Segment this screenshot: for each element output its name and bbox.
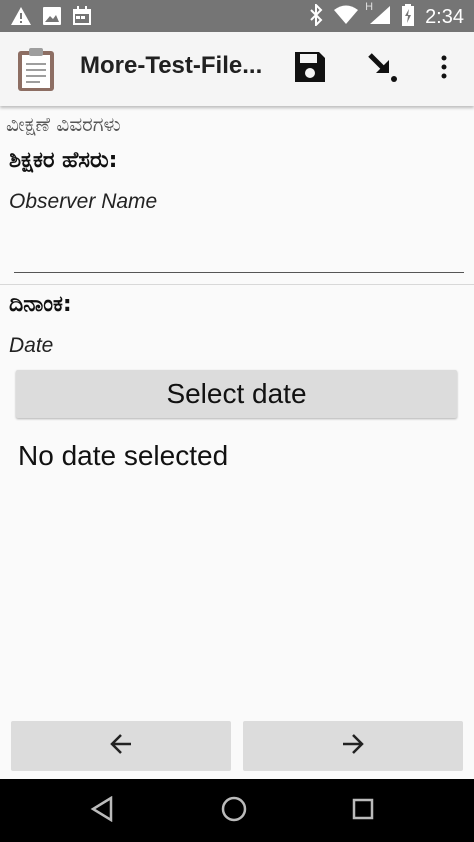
date-label: ದಿನಾಂಕ: bbox=[9, 292, 72, 317]
signal-icon: H bbox=[365, 1, 391, 29]
date-hint: Date bbox=[9, 334, 54, 357]
go-to-icon bbox=[364, 49, 400, 89]
arrow-right-icon bbox=[341, 733, 365, 759]
bluetooth-icon bbox=[309, 2, 323, 30]
back-button[interactable] bbox=[11, 721, 231, 771]
selected-date-text: No date selected bbox=[18, 440, 229, 471]
save-button[interactable] bbox=[292, 51, 328, 87]
select-date-button[interactable]: Select date bbox=[16, 370, 457, 418]
observer-name-label: ಶಿಕ್ಷಕರ ಹೆಸರು: bbox=[9, 148, 118, 173]
group-title: ವೀಕ್ಷಣೆ ವಿವರಗಳು bbox=[6, 112, 121, 136]
system-nav-bar bbox=[0, 779, 474, 842]
clipboard-app-icon bbox=[16, 47, 56, 95]
forward-button[interactable] bbox=[243, 721, 463, 771]
arrow-left-icon bbox=[109, 733, 133, 759]
save-icon bbox=[293, 50, 327, 88]
battery-icon bbox=[401, 4, 415, 30]
image-icon bbox=[42, 6, 62, 30]
system-home-button[interactable] bbox=[216, 793, 252, 829]
recents-square-icon bbox=[351, 797, 375, 825]
system-back-button[interactable] bbox=[84, 793, 120, 829]
go-to-prompt-button[interactable] bbox=[364, 51, 400, 87]
form-title: More-Test-File... bbox=[80, 52, 263, 79]
wifi-icon bbox=[333, 5, 359, 29]
observer-name-hint: Observer Name bbox=[9, 190, 158, 213]
observer-name-input[interactable] bbox=[14, 230, 464, 273]
home-circle-icon bbox=[220, 795, 248, 827]
calendar-icon bbox=[72, 6, 92, 30]
app-bar: More-Test-File... bbox=[0, 32, 474, 106]
status-bar: H 2:34 bbox=[0, 0, 474, 32]
back-triangle-icon bbox=[90, 795, 114, 826]
question-divider bbox=[0, 284, 474, 285]
network-type-label: H bbox=[365, 1, 374, 13]
overflow-menu-button[interactable] bbox=[426, 51, 462, 87]
system-recents-button[interactable] bbox=[345, 793, 381, 829]
overflow-menu-icon bbox=[440, 55, 448, 83]
clock-time: 2:34 bbox=[425, 5, 464, 28]
warning-icon bbox=[10, 6, 32, 30]
